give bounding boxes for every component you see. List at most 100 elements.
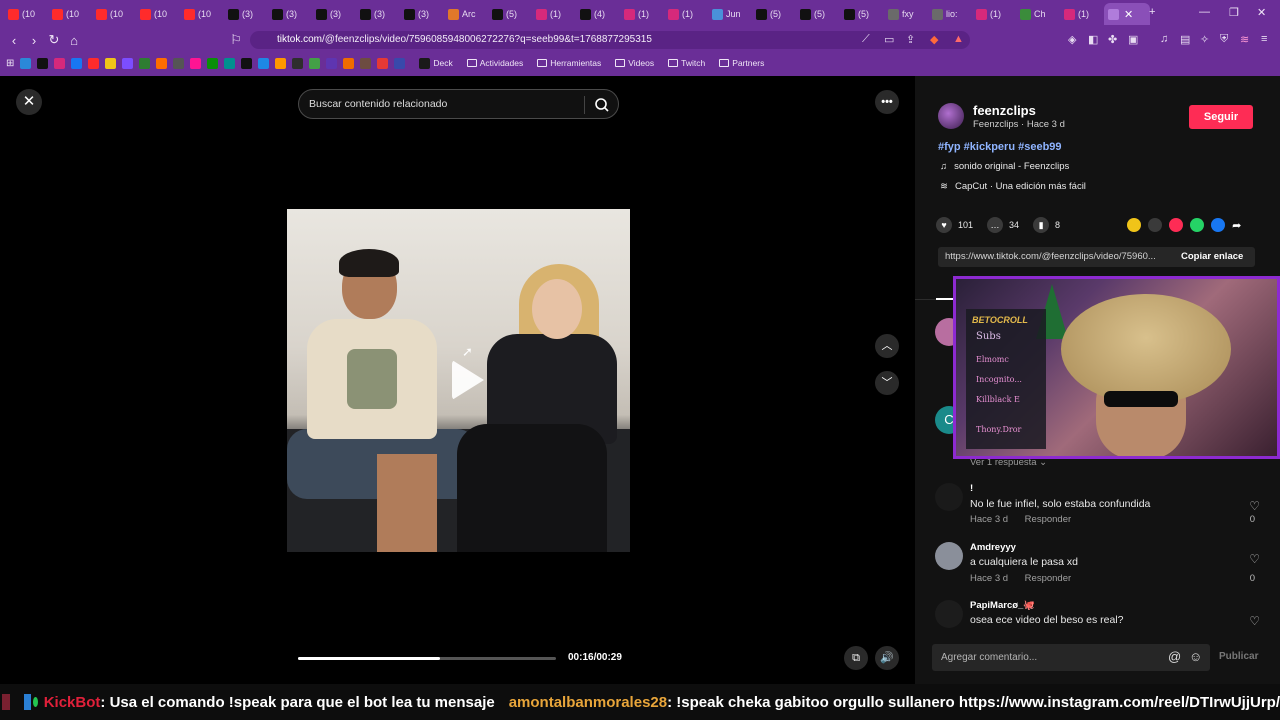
hashtags[interactable]: #fyp #kickperu #seeb99 xyxy=(938,141,1062,153)
bookmark-icon[interactable] xyxy=(20,57,32,69)
bookmark-folder[interactable]: Deck xyxy=(419,57,453,69)
browser-tab[interactable]: (1) xyxy=(620,3,664,25)
emoji-icon[interactable]: ☺ xyxy=(1189,649,1202,664)
follow-button[interactable]: Seguir xyxy=(1189,105,1253,129)
bookmark-icon[interactable] xyxy=(173,57,185,69)
avatar[interactable] xyxy=(935,600,963,628)
floating-player-icon[interactable]: ⧉ xyxy=(844,646,868,670)
browser-tab[interactable]: (10 xyxy=(92,3,136,25)
bookmark-icon[interactable] xyxy=(88,57,100,69)
capcut-line[interactable]: ≋ CapCut · Una edición más fácil xyxy=(940,181,1086,192)
bookmark-icon[interactable] xyxy=(309,57,321,69)
share-icon[interactable]: ⇪ xyxy=(906,33,915,46)
chevron-up-icon[interactable]: ︿ xyxy=(875,334,899,358)
more-options-icon[interactable]: ••• xyxy=(875,90,899,114)
bookmark-icon[interactable] xyxy=(394,57,406,69)
embed-icon[interactable] xyxy=(1148,218,1163,232)
bookmark-icon[interactable] xyxy=(326,57,338,69)
reply-button[interactable]: Responder xyxy=(1025,514,1071,525)
back-icon[interactable]: ‹ xyxy=(4,33,24,48)
bookmark-icon[interactable] xyxy=(71,57,83,69)
bookmark-icon[interactable] xyxy=(360,57,372,69)
browser-tab[interactable]: (3) xyxy=(356,3,400,25)
copy-link-button[interactable]: Copiar enlace xyxy=(1181,251,1243,262)
browser-tab[interactable]: (3) xyxy=(312,3,356,25)
facebook-icon[interactable] xyxy=(1211,218,1226,232)
menu-icon[interactable]: ≡ xyxy=(1261,33,1267,45)
close-window-icon[interactable]: ✕ xyxy=(1257,6,1266,19)
comment-user[interactable]: PapiMarcø_🐙 xyxy=(970,600,1035,611)
browser-tab[interactable]: (10 xyxy=(4,3,48,25)
extension-icon[interactable]: ◧ xyxy=(1088,33,1098,46)
share-arrow-icon[interactable]: ➦ xyxy=(1232,219,1241,232)
browser-tab[interactable]: (5) xyxy=(488,3,532,25)
browser-tab[interactable]: (3) xyxy=(400,3,444,25)
music-icon[interactable]: ♫ xyxy=(1160,33,1168,45)
bookmark-icon[interactable] xyxy=(37,57,49,69)
browser-tab[interactable]: (1) xyxy=(1060,3,1104,25)
browser-tab[interactable]: (1) xyxy=(972,3,1016,25)
brave-shield-icon[interactable]: ◆ xyxy=(930,33,938,46)
bookmark-icon[interactable] xyxy=(292,57,304,69)
browser-tab[interactable]: Ch xyxy=(1016,3,1060,25)
progress-bar[interactable] xyxy=(298,657,556,660)
bookmark-icon[interactable] xyxy=(377,57,389,69)
bookmark-icon[interactable] xyxy=(156,57,168,69)
maximize-icon[interactable]: ❐ xyxy=(1229,6,1239,19)
search-input[interactable]: Buscar contenido relacionado xyxy=(298,89,619,119)
browser-tab[interactable]: (10 xyxy=(136,3,180,25)
chevron-down-icon[interactable]: ﹀ xyxy=(875,371,899,395)
play-icon[interactable] xyxy=(452,360,484,400)
video-link[interactable]: https://www.tiktok.com/@feenzclips/video… xyxy=(945,251,1156,262)
minimize-icon[interactable]: — xyxy=(1199,6,1210,18)
heart-icon[interactable]: ♥ xyxy=(936,217,952,233)
browser-tab[interactable]: (3) xyxy=(268,3,312,25)
bookmark-folder[interactable]: Actividades xyxy=(466,58,523,68)
avatar[interactable] xyxy=(938,103,964,129)
comment-user[interactable]: Amdreyyy xyxy=(970,542,1016,553)
extension-icon[interactable]: ◈ xyxy=(1068,33,1076,46)
vpn-icon[interactable]: ⛨ xyxy=(1220,33,1228,46)
leo-icon[interactable]: ✧ xyxy=(1200,33,1209,46)
comment-user[interactable]: ! xyxy=(970,483,973,494)
bookmark-icon[interactable] xyxy=(54,57,66,69)
heart-icon[interactable]: ♡ xyxy=(1249,552,1260,566)
bookmark-icon[interactable] xyxy=(224,57,236,69)
browser-tab[interactable]: (10 xyxy=(48,3,92,25)
whatsapp-icon[interactable] xyxy=(1190,218,1205,232)
rewards-icon[interactable]: ▲ xyxy=(953,33,964,45)
bookmark-icon[interactable] xyxy=(207,57,219,69)
bookmark-page-icon[interactable]: ⚐ xyxy=(226,32,246,48)
reload-icon[interactable]: ↻ xyxy=(44,32,64,48)
bookmark-icon[interactable] xyxy=(258,57,270,69)
extension-icon[interactable]: ≋ xyxy=(1240,33,1249,46)
browser-tab[interactable]: (1) xyxy=(532,3,576,25)
send-icon[interactable] xyxy=(1169,218,1184,232)
bookmark-folder[interactable]: Twitch xyxy=(668,58,705,68)
browser-tab[interactable]: lio: xyxy=(928,3,972,25)
browser-tab[interactable]: (5) xyxy=(796,3,840,25)
bookmark-icon[interactable] xyxy=(139,57,151,69)
close-icon[interactable]: ✕ xyxy=(16,89,42,115)
heart-icon[interactable]: ♡ xyxy=(1249,614,1260,628)
bookmark-icon[interactable] xyxy=(190,57,202,69)
comment-icon[interactable]: … xyxy=(987,217,1004,233)
browser-tab[interactable]: (5) xyxy=(840,3,884,25)
active-tab[interactable]: ✕ xyxy=(1104,3,1150,25)
bookmark-folder[interactable]: Partners xyxy=(719,58,764,68)
browser-tab[interactable]: (10 xyxy=(180,3,224,25)
browser-tab[interactable]: (4) xyxy=(576,3,620,25)
bookmark-icon[interactable] xyxy=(241,57,253,69)
wallet-icon[interactable]: ▤ xyxy=(1180,33,1190,46)
avatar[interactable] xyxy=(935,542,963,570)
new-tab-button[interactable]: + xyxy=(1149,6,1155,18)
search-icon[interactable] xyxy=(593,96,611,114)
author-username[interactable]: feenzclips xyxy=(973,103,1036,118)
browser-tab[interactable]: (5) xyxy=(752,3,796,25)
reply-button[interactable]: Responder xyxy=(1025,573,1071,584)
sidebar-icon[interactable]: ▣ xyxy=(1128,33,1138,46)
bookmark-icon[interactable] xyxy=(105,57,117,69)
browser-tab[interactable]: fxy xyxy=(884,3,928,25)
browser-tab[interactable]: Jun xyxy=(708,3,752,25)
bookmark-folder[interactable]: Herramientas xyxy=(537,58,601,68)
